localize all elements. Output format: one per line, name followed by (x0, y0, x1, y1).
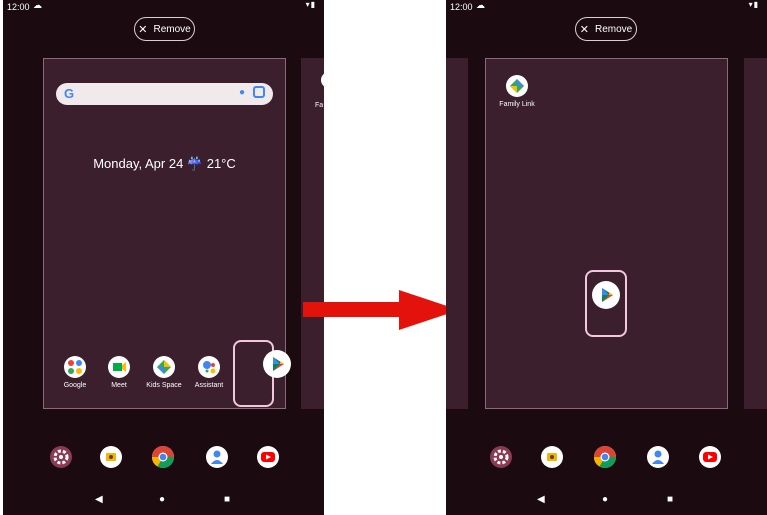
mic-icon[interactable]: ● (239, 87, 245, 98)
google-logo-icon: G (64, 86, 75, 101)
contacts-icon[interactable] (647, 446, 669, 468)
settings-icon[interactable] (490, 446, 512, 468)
app-meet[interactable]: Meet (97, 356, 141, 389)
close-icon: ✕ (138, 23, 148, 36)
wifi-battery-icon: ▾▮ (305, 0, 316, 9)
app-kids-space[interactable]: Kids Space (142, 356, 186, 389)
status-time: 12:00 (450, 2, 473, 12)
google-search-bar[interactable]: G ● (56, 83, 273, 105)
home-icon[interactable]: ● (602, 494, 608, 505)
left-screenshot: 12:00 ☁ ▾▮ ✕ Remove G ● Monday, Apr 24 ☔… (3, 0, 324, 515)
app-label: Kids Space (146, 382, 182, 389)
app-label: Google (63, 382, 87, 389)
status-bar: 12:00 ☁ ▾▮ (446, 0, 767, 14)
cloud-icon: ☁ (33, 0, 42, 10)
assistant-icon (198, 356, 220, 378)
remove-label: Remove (594, 23, 633, 35)
status-bar: 12:00 ☁ ▾▮ (3, 0, 324, 14)
remove-button[interactable]: ✕ Remove (575, 17, 637, 41)
next-page-panel[interactable]: Fa (301, 58, 324, 409)
play-store-icon[interactable] (592, 281, 620, 309)
peek-label: Fa (315, 102, 324, 109)
app-google[interactable]: Google (53, 356, 97, 389)
settings-icon[interactable] (50, 446, 72, 468)
contacts-icon[interactable] (206, 446, 228, 468)
remove-button[interactable]: ✕ Remove (134, 17, 195, 41)
remove-label: Remove (153, 23, 191, 35)
camera-icon[interactable] (541, 446, 563, 468)
youtube-icon[interactable] (257, 446, 279, 468)
chrome-icon[interactable] (152, 446, 174, 468)
google-folder-icon (64, 356, 86, 378)
cloud-icon: ☁ (476, 0, 485, 10)
lens-icon[interactable] (253, 86, 265, 98)
youtube-icon[interactable] (699, 446, 721, 468)
app-label: Meet (111, 382, 127, 389)
transition-arrow-icon (303, 290, 459, 330)
chrome-icon[interactable] (594, 446, 616, 468)
next-page-panel[interactable] (744, 58, 767, 409)
family-link-icon (506, 75, 528, 97)
wifi-battery-icon: ▾▮ (748, 0, 759, 9)
home-page-panel: Family Link (485, 58, 728, 409)
status-time: 12:00 (7, 2, 30, 12)
play-store-icon[interactable] (263, 350, 291, 378)
back-icon[interactable]: ◀ (95, 494, 103, 505)
meet-icon (108, 356, 130, 378)
camera-icon[interactable] (100, 446, 122, 468)
previous-page-panel[interactable] (446, 58, 468, 409)
app-assistant[interactable]: Assistant (187, 356, 231, 389)
kids-space-icon (153, 356, 175, 378)
close-icon: ✕ (579, 23, 589, 36)
home-icon[interactable]: ● (159, 494, 165, 505)
family-link-icon (321, 72, 324, 88)
app-label: Assistant (194, 382, 224, 389)
app-label: Family Link (499, 101, 535, 108)
recents-icon[interactable]: ■ (667, 494, 673, 505)
date-weather-widget[interactable]: Monday, Apr 24 ☔ 21°C (44, 156, 285, 172)
app-family-link[interactable]: Family Link (495, 75, 539, 108)
right-screenshot: 12:00 ☁ ▾▮ ✕ Remove Family Link ◀ ● ■ (446, 0, 767, 515)
recents-icon[interactable]: ■ (224, 494, 230, 505)
back-icon[interactable]: ◀ (537, 494, 545, 505)
